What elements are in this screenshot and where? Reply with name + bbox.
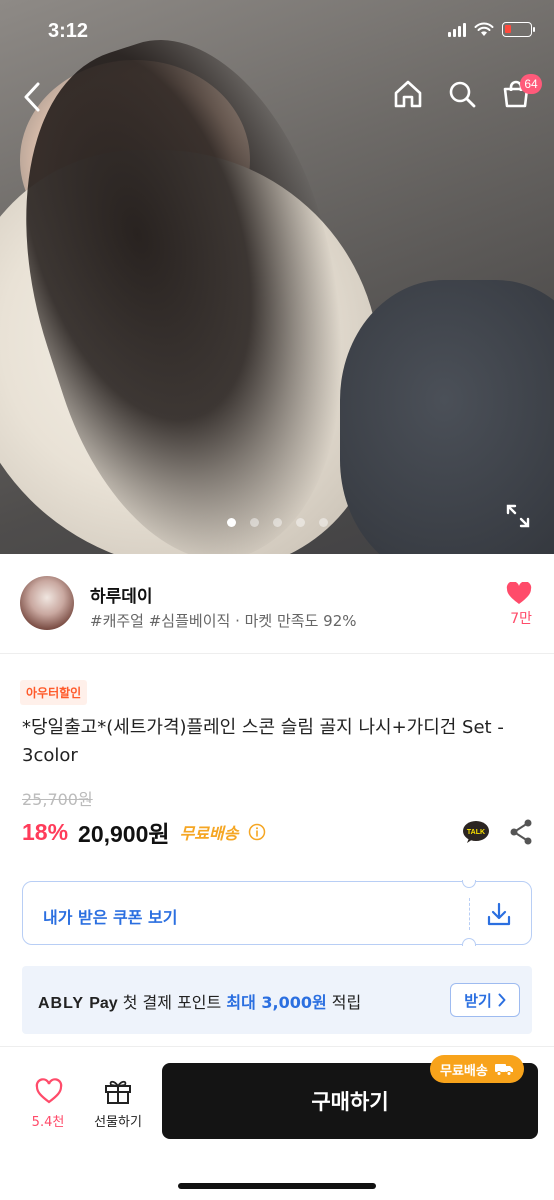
price-row: 18% 20,900원 무료배송 <box>22 815 266 849</box>
truck-icon <box>494 1064 513 1076</box>
status-icons <box>448 22 535 37</box>
kakaotalk-share-icon[interactable]: TALK <box>462 820 490 844</box>
buy-button-label: 구매하기 <box>311 1090 389 1114</box>
shop-name[interactable]: 하루데이 <box>90 582 153 607</box>
shop-avatar[interactable] <box>20 576 74 630</box>
coupon-divider <box>469 898 470 930</box>
coupon-notch <box>462 880 476 888</box>
cellular-signal-icon <box>448 22 466 37</box>
pay-text-highlight: 최대 3,000원 <box>226 993 327 1012</box>
battery-icon <box>502 22 535 37</box>
shop-info-row[interactable]: 하루데이 #캐주얼 #심플베이직 · 마켓 만족도 92% 7만 <box>0 554 554 654</box>
search-icon[interactable] <box>446 78 478 110</box>
top-nav-actions: 64 <box>392 74 542 110</box>
chevron-right-icon <box>498 993 506 1007</box>
coupon-notch <box>462 938 476 946</box>
wifi-icon <box>474 22 494 36</box>
sale-price: 20,900원 <box>78 821 170 847</box>
gift-label[interactable]: 선물하기 <box>84 1111 152 1130</box>
receive-points-button[interactable]: 받기 <box>450 983 520 1017</box>
gallery-dot[interactable] <box>318 518 328 527</box>
bottom-action-bar: 5.4천 선물하기 구매하기 무료배송 <box>0 1046 554 1200</box>
pay-banner-text: ABLY Pay 첫 결제 포인트 최대 3,000원 적립 <box>38 989 361 1013</box>
product-like-count: 5.4천 <box>31 1115 65 1130</box>
cart-count-badge: 64 <box>520 74 542 94</box>
product-image[interactable]: 3:12 64 <box>0 0 554 554</box>
top-nav: 64 <box>0 72 554 122</box>
pay-logo: Pay <box>89 995 118 1012</box>
cart-button[interactable]: 64 <box>500 74 542 110</box>
free-shipping-badge: 무료배송 <box>430 1055 524 1083</box>
gallery-pagination <box>0 518 554 527</box>
ably-pay-banner[interactable]: ABLY Pay 첫 결제 포인트 최대 3,000원 적립 받기 <box>22 966 532 1034</box>
gallery-dot[interactable] <box>295 518 305 527</box>
download-icon[interactable] <box>485 900 513 928</box>
info-icon[interactable] <box>248 823 266 841</box>
coupon-label[interactable]: 내가 받은 쿠폰 보기 <box>43 904 177 928</box>
heart-outline-icon[interactable] <box>26 1077 72 1105</box>
promo-tag: 아우터할인 <box>20 680 88 705</box>
ably-logo: ABLY <box>38 995 85 1012</box>
back-arrow-icon[interactable] <box>18 80 48 114</box>
free-shipping-label: 무료배송 <box>179 824 239 843</box>
shop-heart-icon[interactable] <box>506 582 532 606</box>
receive-button-label: 받기 <box>464 991 492 1010</box>
product-title: *당일출고*(세트가격)플레인 스콘 슬림 골지 나시+가디건 Set - 3c… <box>22 717 504 766</box>
shop-like-count: 7만 <box>510 611 532 627</box>
svg-text:TALK: TALK <box>467 829 485 836</box>
home-indicator[interactable] <box>178 1183 376 1189</box>
original-price: 25,700원 <box>22 790 93 809</box>
free-shipping-badge-label: 무료배송 <box>440 1063 488 1079</box>
coupon-box[interactable]: 내가 받은 쿠폰 보기 <box>22 880 532 946</box>
gift-icon[interactable] <box>88 1077 148 1105</box>
gallery-dot[interactable] <box>249 518 259 527</box>
home-icon[interactable] <box>392 78 424 110</box>
discount-percent: 18% <box>22 818 69 845</box>
pay-text-before: 첫 결제 포인트 <box>122 993 222 1012</box>
pay-text-after: 적립 <box>331 993 362 1012</box>
expand-icon[interactable] <box>504 502 532 530</box>
status-time: 3:12 <box>48 20 89 42</box>
gallery-dot[interactable] <box>226 518 236 527</box>
status-bar: 3:12 <box>0 0 554 66</box>
share-icon[interactable] <box>508 818 534 846</box>
gallery-dot[interactable] <box>272 518 282 527</box>
shop-tags: #캐주얼 #심플베이직 · 마켓 만족도 92% <box>90 612 357 630</box>
